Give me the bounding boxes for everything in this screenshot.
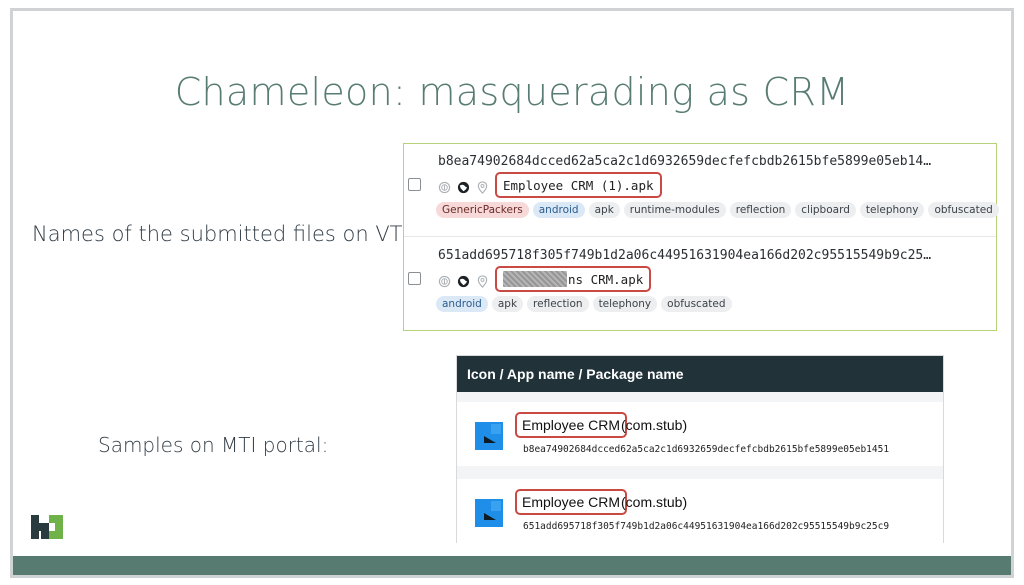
file-name: ns CRM.apk xyxy=(568,271,644,287)
tag-list: android apk reflection telephony obfusca… xyxy=(436,296,732,312)
fingerprint-icon xyxy=(438,181,451,193)
file-name-highlight: ns CRM.apk xyxy=(495,266,652,292)
tag-list: GenericPackers android apk runtime-modul… xyxy=(436,202,999,218)
location-pin-icon xyxy=(477,180,488,194)
file-icons xyxy=(438,180,489,194)
slide-title: Chameleon: masquerading as CRM xyxy=(174,70,850,114)
tag[interactable]: runtime-modules xyxy=(623,202,726,218)
globe-icon xyxy=(457,181,470,193)
vt-result-row[interactable]: b8ea74902684dcced62a5ca2c1d6932659decfef… xyxy=(404,144,999,237)
tag[interactable]: telephony xyxy=(859,202,925,218)
mti-section-label: Samples on MTI portal: xyxy=(98,433,329,457)
redacted-text xyxy=(503,271,567,287)
tag[interactable]: obfuscated xyxy=(928,202,999,218)
tag[interactable]: telephony xyxy=(592,296,658,312)
footer-accent-bar xyxy=(13,556,1011,575)
app-icon xyxy=(475,499,503,527)
location-pin-icon xyxy=(477,274,488,288)
tag[interactable]: reflection xyxy=(527,296,589,312)
app-name-highlight: Employee CRM xyxy=(515,412,628,438)
app-name-highlight: Employee CRM xyxy=(515,489,628,515)
tag[interactable]: reflection xyxy=(729,202,792,218)
app-icon xyxy=(475,422,503,450)
package-name: (com.stub) xyxy=(621,494,688,510)
tag[interactable]: obfuscated xyxy=(661,296,732,312)
row-checkbox[interactable] xyxy=(408,178,421,191)
vt-result-row[interactable]: 651add695718f305f749b1d2a06c44951631904e… xyxy=(404,238,996,331)
file-name: Employee CRM (1).apk xyxy=(503,177,654,193)
globe-icon xyxy=(457,275,470,287)
tag[interactable]: android xyxy=(532,202,585,218)
tag[interactable]: apk xyxy=(491,296,524,312)
fingerprint-icon xyxy=(438,275,451,287)
mti-sample-row[interactable]: Employee CRM (com.stub) b8ea74902684dcce… xyxy=(457,402,943,466)
mti-table-header: Icon / App name / Package name xyxy=(457,356,943,392)
vt-section-label: Names of the submitted files on VT: xyxy=(32,222,408,246)
file-name-highlight: Employee CRM (1).apk xyxy=(495,172,662,198)
file-hash[interactable]: b8ea74902684dcced62a5ca2c1d6932659decfef… xyxy=(438,154,988,169)
vt-results-panel: b8ea74902684dcced62a5ca2c1d6932659decfef… xyxy=(403,143,999,331)
tag[interactable]: GenericPackers xyxy=(436,202,529,218)
row-checkbox[interactable] xyxy=(408,272,421,285)
mti-sample-row[interactable]: Employee CRM (com.stub) 651add695718f305… xyxy=(457,479,943,543)
tag[interactable]: android xyxy=(436,296,488,312)
package-name: (com.stub) xyxy=(621,417,688,433)
tag[interactable]: clipboard xyxy=(795,202,856,218)
file-icons xyxy=(438,274,489,288)
sample-hash[interactable]: b8ea74902684dcced62a5ca2c1d6932659decfef… xyxy=(523,444,889,455)
company-logo-icon xyxy=(31,515,63,539)
tag[interactable]: apk xyxy=(588,202,620,218)
file-hash[interactable]: 651add695718f305f749b1d2a06c44951631904e… xyxy=(438,248,988,263)
sample-hash[interactable]: 651add695718f305f749b1d2a06c44951631904e… xyxy=(523,521,889,532)
app-name: Employee CRM xyxy=(522,494,621,510)
mti-samples-panel: Icon / App name / Package name Employee … xyxy=(456,355,944,543)
app-name: Employee CRM xyxy=(522,417,621,433)
